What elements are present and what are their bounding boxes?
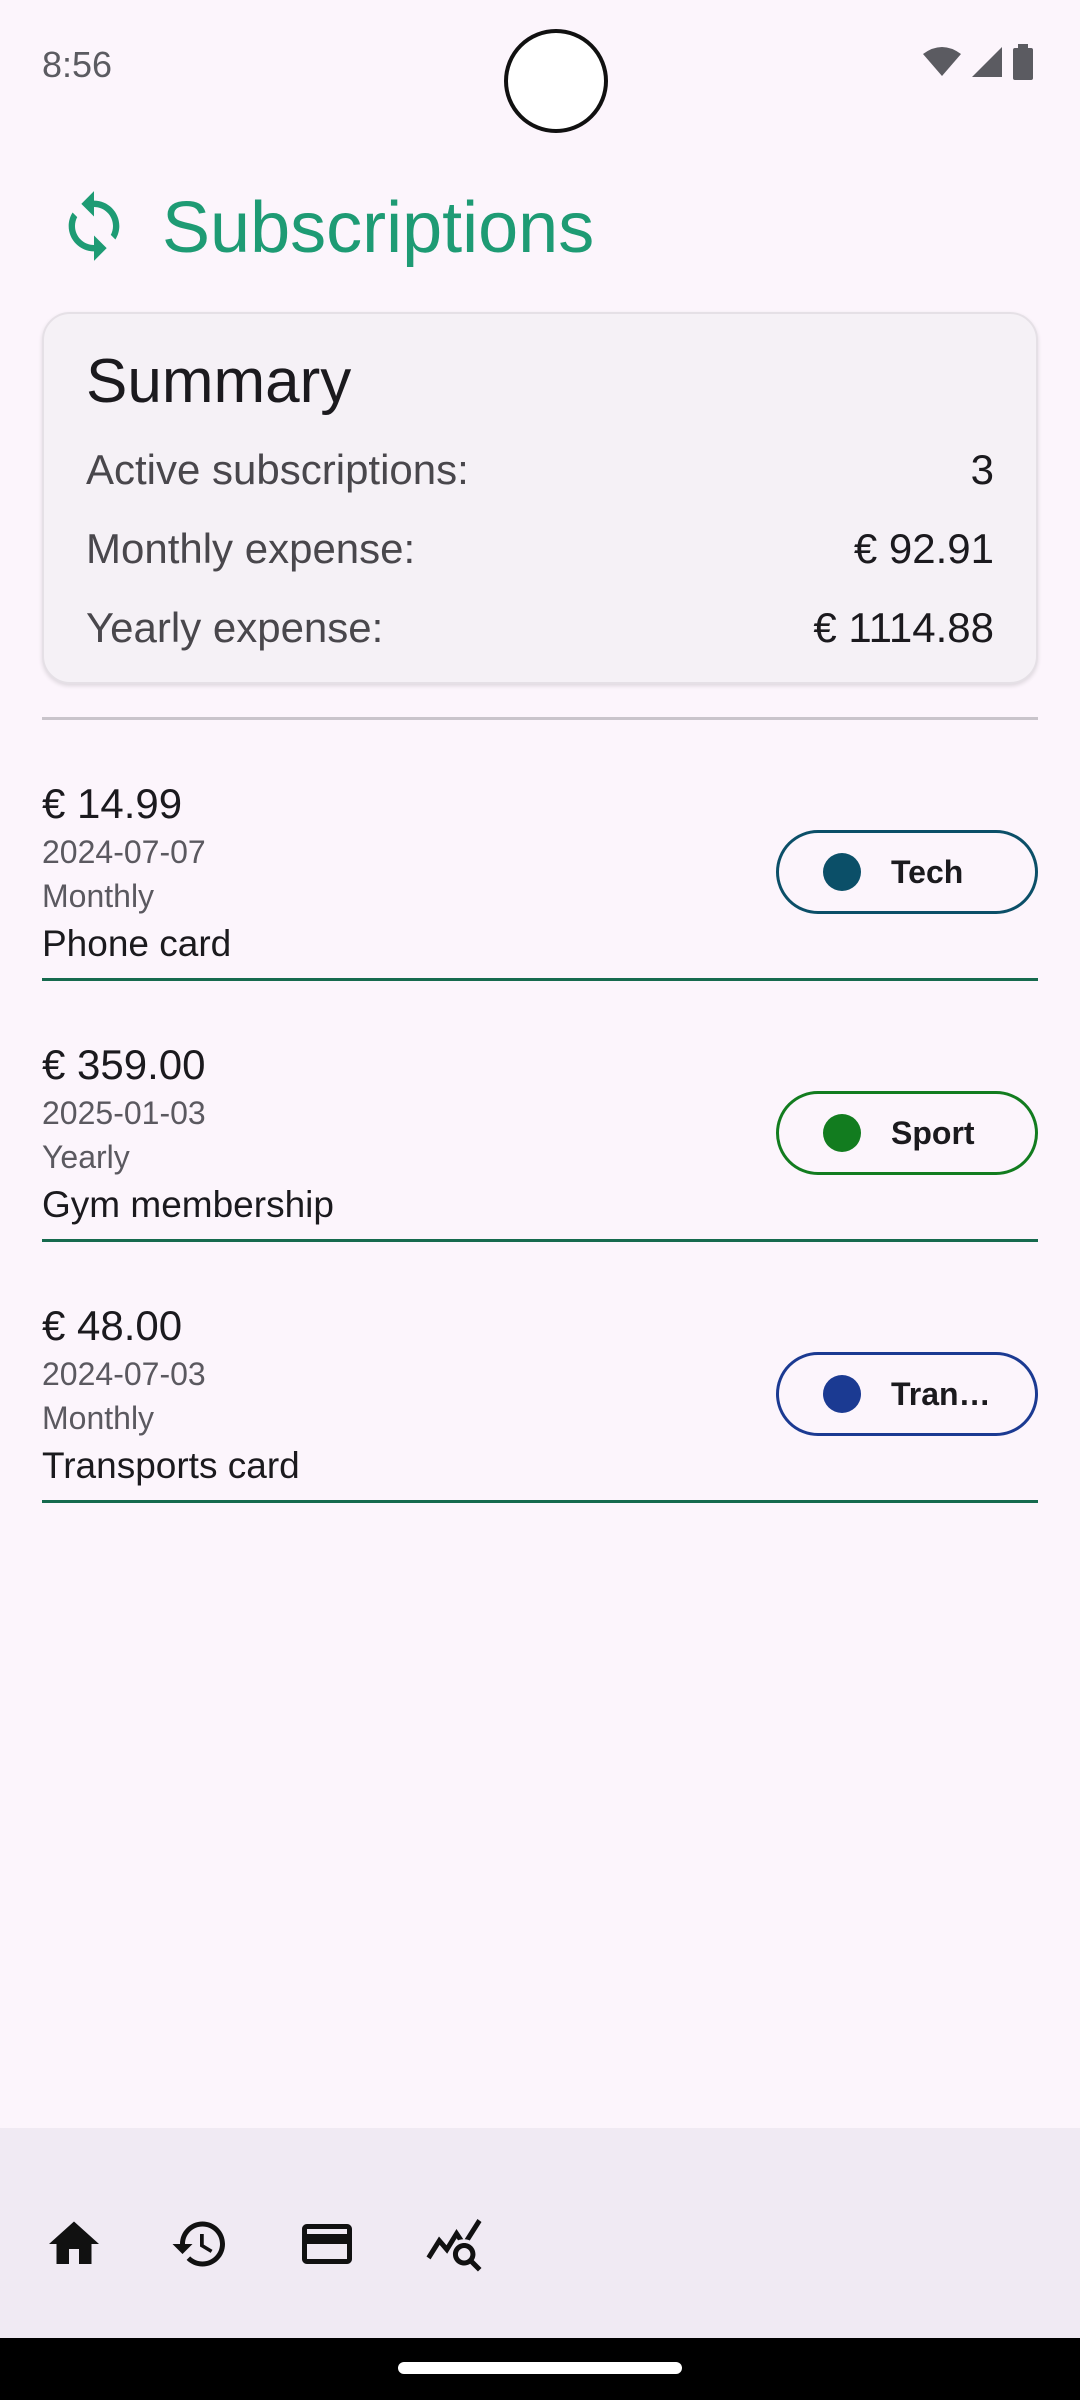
summary-label: Monthly expense: (86, 525, 416, 572)
summary-value: € 1114.88 (813, 604, 994, 651)
nav-history-button[interactable] (160, 2206, 240, 2286)
credit-card-icon (297, 2214, 357, 2279)
summary-value: 3 (970, 446, 994, 493)
summary-row-yearly: Yearly expense: € 1114.88 (86, 604, 994, 652)
status-bar: 8:56 (0, 0, 1080, 133)
category-chip[interactable]: Tech (776, 830, 1038, 914)
query-stats-icon (424, 2214, 484, 2279)
summary-row-monthly: Monthly expense: € 92.91 (86, 525, 994, 573)
sync-icon (56, 178, 132, 279)
subscription-date: 2024-07-07 (42, 834, 206, 870)
page-header: Subscriptions (56, 172, 594, 284)
category-chip[interactable]: Sport (776, 1091, 1038, 1175)
summary-label: Yearly expense: (86, 604, 384, 651)
status-time: 8:56 (42, 44, 113, 85)
category-color-dot (823, 853, 861, 891)
status-icons (922, 44, 1034, 85)
subscription-item[interactable]: € 359.00 2025-01-03 Yearly Gym membershi… (42, 981, 1038, 1242)
bottom-navigation (0, 2128, 1080, 2338)
history-icon (170, 2214, 230, 2279)
subscription-date: 2024-07-03 (42, 1356, 206, 1392)
subscription-price: € 14.99 (42, 780, 183, 827)
subscription-frequency: Monthly (42, 1400, 155, 1436)
page-title: Subscriptions (162, 188, 595, 268)
subscription-price: € 48.00 (42, 1302, 183, 1349)
summary-value: € 92.91 (853, 525, 994, 572)
category-label: Tran… (891, 1375, 991, 1412)
category-color-dot (823, 1375, 861, 1413)
subscription-list: € 14.99 2024-07-07 Monthly Phone card Te… (42, 720, 1038, 1503)
nav-cards-button[interactable] (287, 2206, 367, 2286)
nav-home-button[interactable] (34, 2206, 114, 2286)
wifi-icon (922, 46, 962, 83)
gesture-bar (0, 2338, 1080, 2400)
subscription-name: Gym membership (42, 1184, 334, 1225)
subscription-name: Transports card (42, 1445, 300, 1486)
summary-row-active: Active subscriptions: 3 (86, 446, 994, 494)
summary-card: Summary Active subscriptions: 3 Monthly … (42, 312, 1038, 684)
nav-stats-button[interactable] (414, 2206, 494, 2286)
category-color-dot (823, 1114, 861, 1152)
signal-icon (970, 45, 1004, 84)
home-icon (44, 2214, 104, 2279)
subscription-price: € 359.00 (42, 1041, 206, 1088)
category-label: Tech (891, 853, 964, 890)
summary-title: Summary (86, 347, 352, 416)
subscription-date: 2025-01-03 (42, 1095, 206, 1131)
camera-cutout (504, 29, 608, 133)
category-chip[interactable]: Tran… (776, 1352, 1038, 1436)
subscription-frequency: Yearly (42, 1139, 130, 1175)
summary-label: Active subscriptions: (86, 446, 469, 493)
subscription-name: Phone card (42, 923, 232, 964)
subscription-frequency: Monthly (42, 878, 155, 914)
subscription-item[interactable]: € 14.99 2024-07-07 Monthly Phone card Te… (42, 720, 1038, 981)
subscription-item[interactable]: € 48.00 2024-07-03 Monthly Transports ca… (42, 1242, 1038, 1503)
home-gesture-handle[interactable] (398, 2362, 682, 2374)
category-label: Sport (891, 1114, 975, 1151)
battery-icon (1012, 44, 1034, 85)
